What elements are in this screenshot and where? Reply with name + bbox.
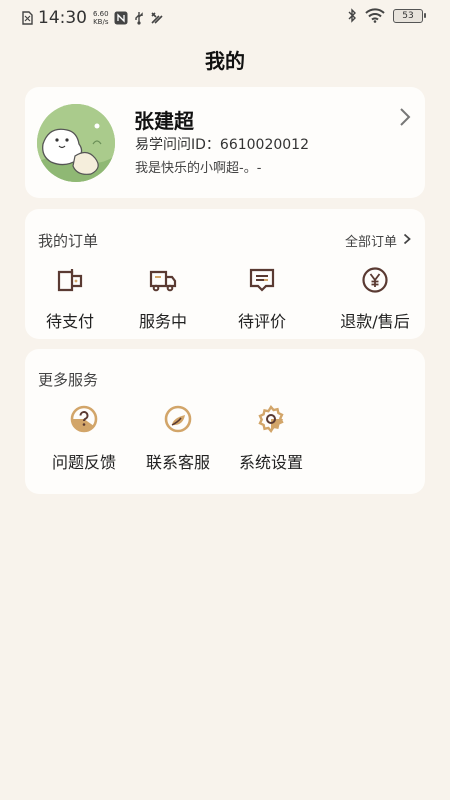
usb-icon xyxy=(133,11,145,25)
chat-bubble-icon xyxy=(138,404,218,434)
chevron-right-icon xyxy=(403,233,411,249)
network-speed: 6.60 KB/s xyxy=(93,10,109,26)
order-pending-payment-label: 待支付 xyxy=(45,312,94,331)
chevron-right-icon[interactable] xyxy=(399,107,411,131)
service-feedback[interactable]: 问题反馈 xyxy=(44,404,124,473)
order-refund-aftersale-label: 退款/售后 xyxy=(340,312,410,331)
services-title: 更多服务 xyxy=(38,371,99,389)
all-orders-label: 全部订单 xyxy=(344,235,397,250)
orders-card: 我的订单 全部订单 待支付 服务中 待评价 退款/售后 xyxy=(25,209,425,339)
service-system-settings-label: 系统设置 xyxy=(238,453,303,472)
battery-icon: 53 xyxy=(393,8,426,23)
service-contact-support[interactable]: 联系客服 xyxy=(138,404,218,473)
order-pending-payment[interactable]: 待支付 xyxy=(25,264,115,332)
profile-card[interactable]: 张建超 易学问问ID：6610020012 我是快乐的小啊超-。- xyxy=(25,87,425,198)
question-icon xyxy=(44,404,124,434)
truck-icon xyxy=(118,264,208,296)
service-feedback-label: 问题反馈 xyxy=(51,453,116,472)
gear-icon xyxy=(231,404,311,434)
service-system-settings[interactable]: 系统设置 xyxy=(231,404,311,473)
network-speed-value: 6.60 xyxy=(93,10,109,18)
bluetooth-icon xyxy=(347,8,357,23)
avatar[interactable] xyxy=(37,104,115,182)
order-refund-aftersale[interactable]: 退款/售后 xyxy=(330,264,420,332)
service-contact-support-label: 联系客服 xyxy=(145,453,210,472)
wallet-icon xyxy=(25,264,115,296)
status-bar: 14:30 6.60 KB/s 53 xyxy=(0,0,450,36)
network-speed-unit: KB/s xyxy=(93,18,109,26)
page-title: 我的 xyxy=(205,49,245,73)
tools-icon xyxy=(150,11,164,25)
review-icon xyxy=(217,264,307,296)
order-pending-review[interactable]: 待评价 xyxy=(217,264,307,332)
orders-title: 我的订单 xyxy=(38,232,99,250)
yen-icon xyxy=(330,264,420,296)
user-name: 张建超 xyxy=(134,109,194,133)
no-sim-icon xyxy=(22,11,33,25)
status-time: 14:30 xyxy=(38,8,87,28)
battery-level: 53 xyxy=(393,8,423,23)
nfc-icon xyxy=(114,11,128,25)
services-card: 更多服务 问题反馈 联系客服 系统设置 xyxy=(25,349,425,494)
all-orders-link[interactable]: 全部订单 xyxy=(345,231,411,250)
user-id: 易学问问ID：6610020012 xyxy=(135,137,309,153)
order-in-service-label: 服务中 xyxy=(138,312,187,331)
wifi-icon xyxy=(365,8,385,23)
order-in-service[interactable]: 服务中 xyxy=(118,264,208,332)
user-signature: 我是快乐的小啊超-。- xyxy=(135,161,262,176)
order-pending-review-label: 待评价 xyxy=(237,312,286,331)
